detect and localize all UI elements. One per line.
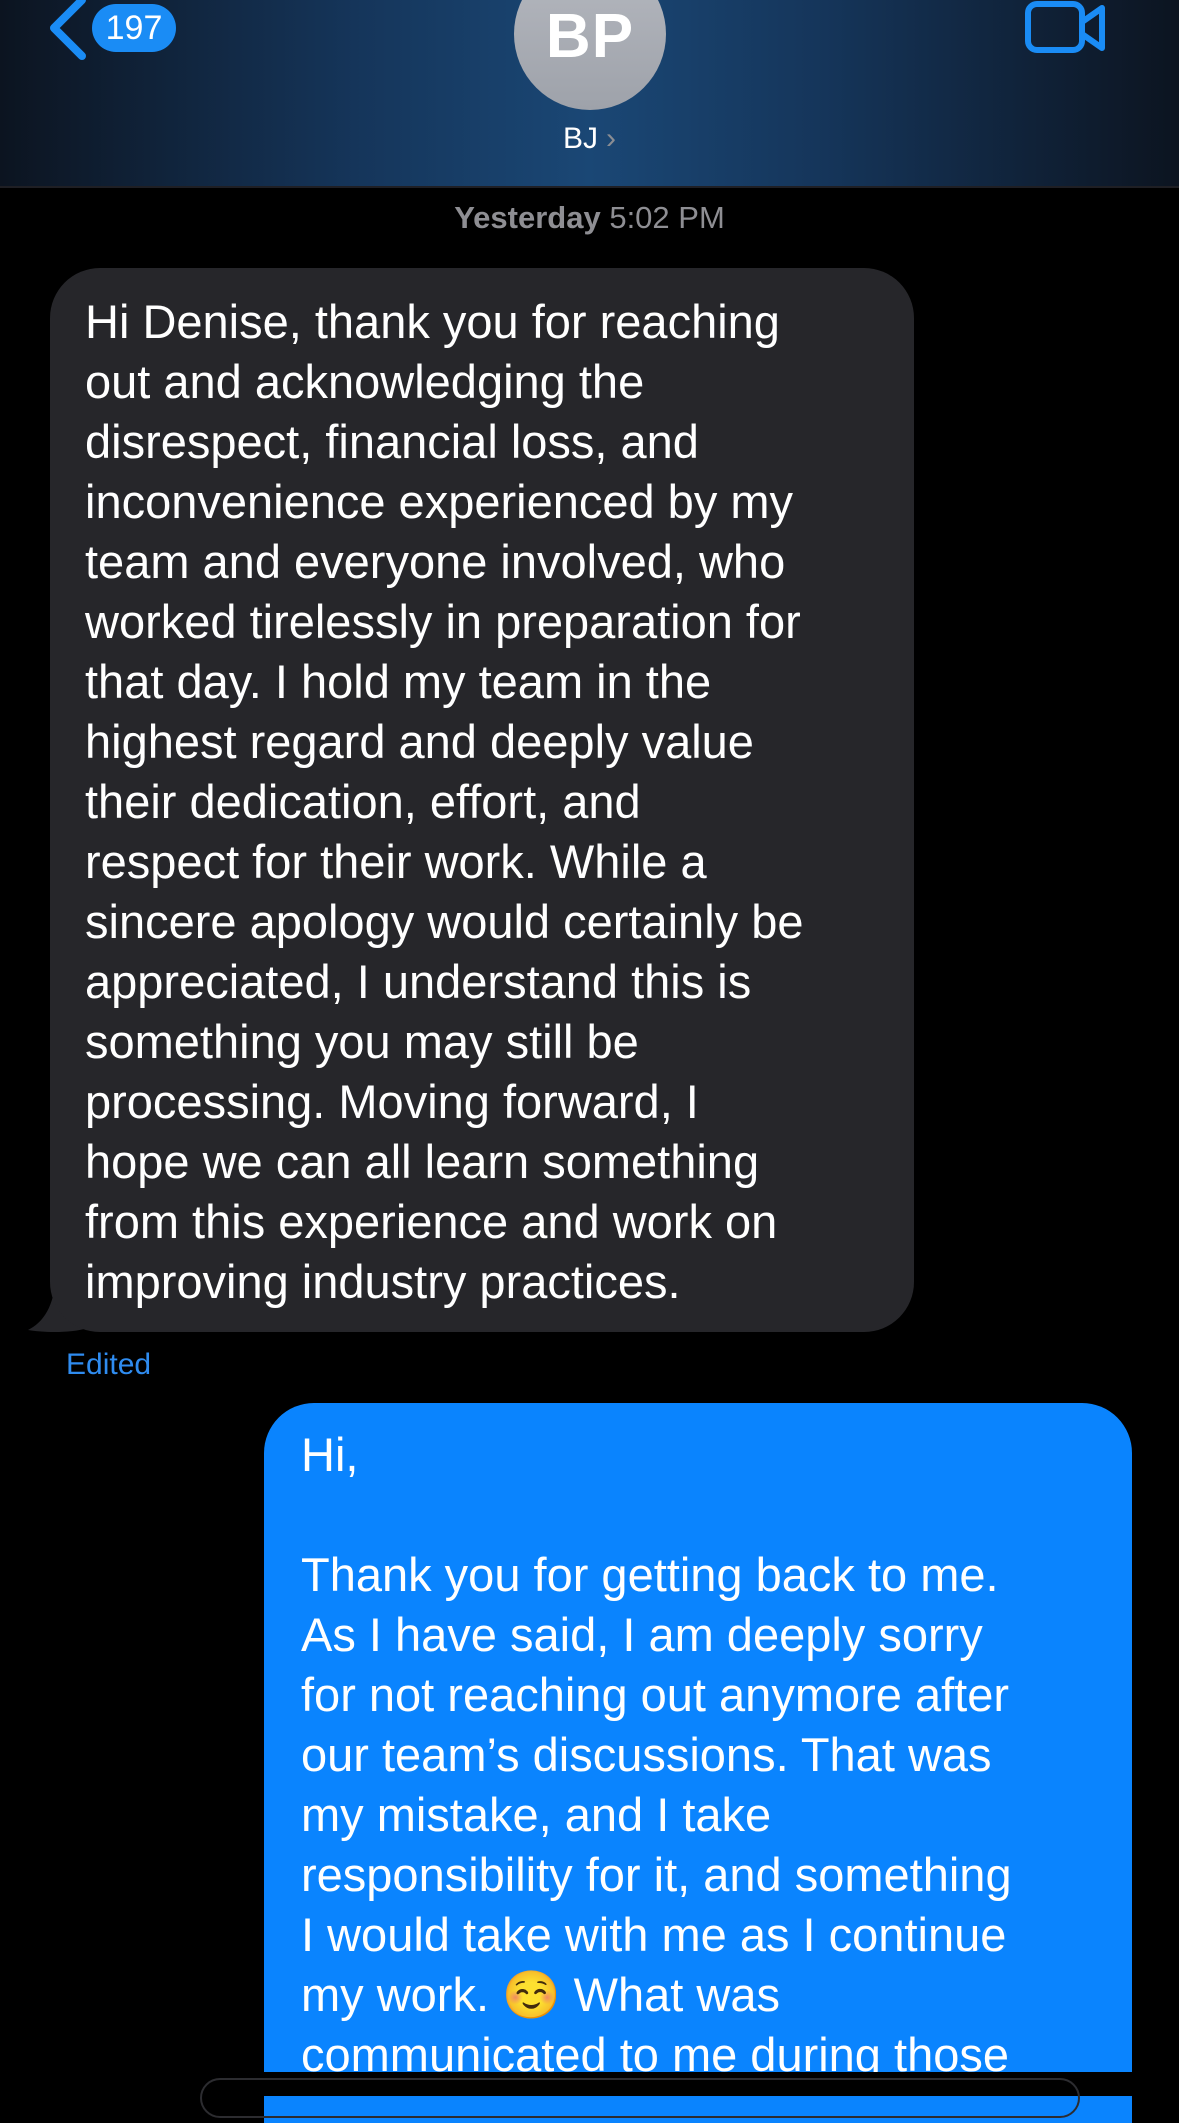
avatar-initials: BP [545,2,635,71]
chevron-right-icon: › [606,122,616,155]
unread-count-badge: 197 [92,4,176,52]
timestamp-time: 5:02 PM [609,200,725,235]
outgoing-message-bubble[interactable]: Hi, Thank you for getting back to me. As… [264,1403,1132,2123]
back-button[interactable]: 197 [44,0,194,60]
timestamp-day: Yesterday [454,200,601,235]
edited-label[interactable]: Edited [66,1348,151,1382]
contact-name-button[interactable]: BJ › [0,122,1179,156]
message-timestamp: Yesterday 5:02 PM [0,200,1179,236]
chevron-left-icon [50,0,86,60]
contact-avatar[interactable]: BP [514,0,666,110]
message-compose-field[interactable] [200,2078,1080,2118]
video-camera-icon [1025,1,1105,53]
contact-name: BJ [562,122,598,155]
incoming-message-bubble[interactable]: Hi Denise, thank you for reaching out an… [50,268,914,1332]
video-call-button[interactable] [1024,0,1108,56]
conversation-header: 197 BP BJ › [0,0,1179,188]
